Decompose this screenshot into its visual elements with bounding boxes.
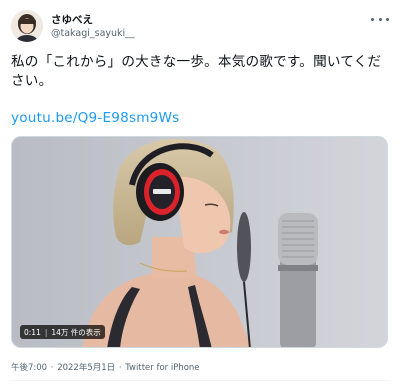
more-dot (378, 17, 382, 21)
avatar[interactable] (11, 10, 43, 42)
video-views: 14万 件の表示 (51, 327, 101, 337)
video-info-badge: 0:11 | 14万 件の表示 (20, 325, 105, 339)
video-duration: 0:11 (24, 327, 41, 337)
more-options-icon[interactable] (371, 12, 389, 26)
tweet-source[interactable]: Twitter for iPhone (125, 363, 199, 373)
tweet-time[interactable]: 午後7:00 (11, 363, 47, 373)
tweet-text: 私の「これから」の大きな一歩。本気の歌です。聞いてください。 (11, 54, 382, 89)
author-display-name[interactable]: さゆべえ (51, 12, 93, 27)
divider (11, 380, 389, 381)
meta-separator: · (118, 363, 122, 373)
video-player[interactable]: 0:11 | 14万 件の表示 (11, 136, 388, 348)
tweet-meta: 午後7:00 · 2022年5月1日 · Twitter for iPhone (11, 361, 200, 373)
video-thumbnail (12, 137, 387, 347)
author-handle[interactable]: @takagi_sayuki__ (51, 28, 135, 39)
tweet-link[interactable]: youtu.be/Q9-E98sm9Ws (11, 110, 179, 126)
tweet-date[interactable]: 2022年5月1日 (57, 363, 115, 373)
avatar-image (11, 10, 43, 42)
meta-separator: · (50, 363, 54, 373)
more-dot (371, 17, 374, 21)
tweet-header: さゆべえ @takagi_sayuki__ (11, 10, 391, 46)
video-separator: | (44, 327, 48, 337)
more-dot (386, 17, 389, 21)
